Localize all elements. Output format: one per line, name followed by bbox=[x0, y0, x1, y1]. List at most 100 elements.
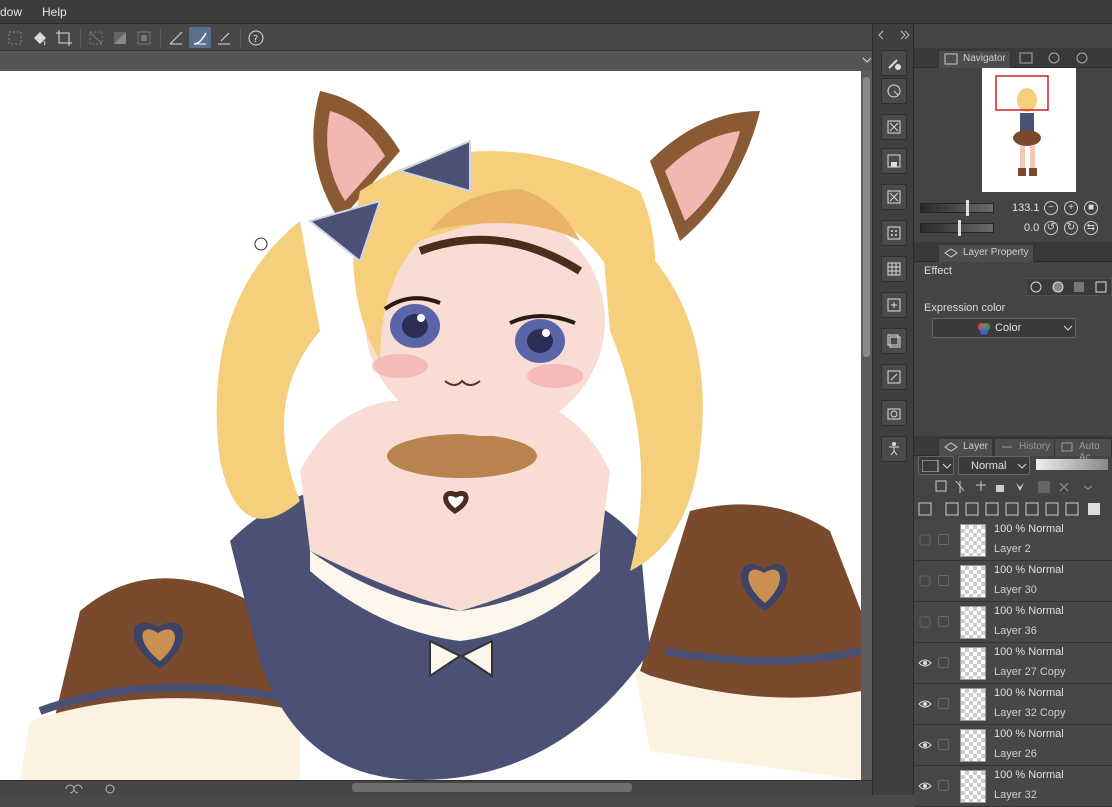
menu-help[interactable]: Help bbox=[42, 5, 67, 19]
zoom-slider[interactable]: 133.1 − + ■ bbox=[918, 200, 1108, 216]
layer-thumbnail bbox=[960, 688, 986, 721]
visibility-eye-icon[interactable] bbox=[918, 533, 932, 547]
zoom-out-icon[interactable]: − bbox=[1044, 201, 1058, 215]
layer-name: Layer 27 Copy bbox=[994, 666, 1066, 678]
close-canvas-icon[interactable] bbox=[881, 114, 907, 140]
pen-pressure-icon[interactable] bbox=[189, 27, 211, 48]
layer-row[interactable]: 100 % Normal Layer 36 bbox=[914, 602, 1112, 643]
layer-thumbnail bbox=[960, 647, 986, 680]
transform-icon[interactable] bbox=[53, 27, 75, 48]
tab-navigator[interactable]: Navigator bbox=[938, 50, 1011, 68]
rotate-controls-icon[interactable] bbox=[64, 783, 124, 794]
accessibility-icon[interactable] bbox=[881, 436, 907, 462]
command-bar: ? bbox=[0, 24, 872, 51]
history-icon bbox=[1002, 446, 1012, 448]
rotate-right-icon[interactable]: ↻ bbox=[1064, 221, 1078, 235]
rotate-value: 0.0 bbox=[1024, 222, 1040, 234]
stabilizer-icon[interactable] bbox=[213, 27, 235, 48]
layer-row[interactable]: 100 % Normal Layer 30 bbox=[914, 561, 1112, 602]
visibility-eye-icon[interactable] bbox=[918, 738, 932, 752]
side-command-strip bbox=[872, 24, 914, 795]
canvas-horizontal-scrollbar[interactable] bbox=[352, 783, 632, 792]
layer-name: Layer 32 Copy bbox=[994, 707, 1066, 719]
tab-layer-property[interactable]: Layer Property bbox=[938, 244, 1034, 262]
rotate-left-icon[interactable]: ↺ bbox=[1044, 221, 1058, 235]
rotate-view-icon[interactable] bbox=[881, 78, 907, 104]
layer-lock-toggle[interactable] bbox=[938, 575, 949, 586]
layer-blend-info: 100 % Normal bbox=[994, 769, 1064, 781]
layer-color-dropdown[interactable] bbox=[918, 456, 954, 475]
clear-selection-icon[interactable] bbox=[85, 27, 107, 48]
layer-thumbnail bbox=[960, 729, 986, 762]
layer-lock-toggle[interactable] bbox=[938, 739, 949, 750]
zoom-in-icon[interactable]: + bbox=[1064, 201, 1078, 215]
expression-color-value: Color bbox=[995, 322, 1022, 334]
rotate-slider[interactable]: 0.0 ↺ ↻ ⇆ bbox=[918, 220, 1108, 236]
collapse-arrows-icon[interactable] bbox=[877, 30, 911, 40]
chevron-down-icon[interactable] bbox=[862, 55, 872, 65]
panel-tab-icons[interactable] bbox=[1018, 52, 1098, 64]
layer-lock-toggle[interactable] bbox=[938, 780, 949, 791]
layer-blend-info: 100 % Normal bbox=[994, 687, 1064, 699]
flip-icon[interactable]: ⇆ bbox=[1084, 221, 1098, 235]
layer-row[interactable]: 100 % Normal Layer 32 Copy bbox=[914, 684, 1112, 725]
layer-lock-toggle[interactable] bbox=[938, 657, 949, 668]
tab-history[interactable]: History bbox=[994, 438, 1056, 456]
help-icon[interactable]: ? bbox=[245, 27, 267, 48]
layer-thumbnail bbox=[960, 565, 986, 598]
layer-toolbar-icons[interactable] bbox=[934, 479, 1112, 495]
snapshot-icon[interactable] bbox=[881, 400, 907, 426]
navigator-icon bbox=[944, 53, 958, 65]
chevron-down-icon bbox=[1063, 325, 1073, 331]
layer-tab-bar: Layer History Auto Ac bbox=[914, 436, 1112, 463]
blend-mode-dropdown[interactable]: Normal bbox=[958, 456, 1030, 475]
blend-mode-value: Normal bbox=[971, 460, 1007, 472]
brush-settings-icon[interactable] bbox=[881, 50, 907, 76]
layer-row[interactable]: 100 % Normal Layer 27 Copy bbox=[914, 643, 1112, 684]
invert-selection-icon[interactable] bbox=[109, 27, 131, 48]
layer-row[interactable]: 100 % Normal Layer 26 bbox=[914, 725, 1112, 766]
fill-bucket-icon[interactable] bbox=[29, 27, 51, 48]
layer-icon bbox=[944, 442, 958, 452]
clear-layer-icon[interactable] bbox=[881, 184, 907, 210]
zoom-value: 133.1 bbox=[1012, 202, 1040, 214]
tab-layer[interactable]: Layer bbox=[938, 438, 994, 456]
tab-auto-action[interactable]: Auto Ac bbox=[1054, 438, 1112, 463]
ruler-icon[interactable] bbox=[165, 27, 187, 48]
expression-color-dropdown[interactable]: Color bbox=[932, 318, 1076, 338]
svg-text:?: ? bbox=[253, 34, 258, 45]
navigator-tab-bar: Navigator bbox=[914, 48, 1112, 68]
visibility-eye-icon[interactable] bbox=[918, 779, 932, 793]
layer-name: Layer 26 bbox=[994, 748, 1037, 760]
layer-row[interactable]: 100 % Normal Layer 2 bbox=[914, 520, 1112, 561]
layer-name: Layer 30 bbox=[994, 584, 1037, 596]
tone-icon[interactable] bbox=[881, 220, 907, 246]
edit-layer-icon[interactable] bbox=[881, 364, 907, 390]
layer-lock-toggle[interactable] bbox=[938, 698, 949, 709]
select-dashed-icon[interactable] bbox=[4, 27, 26, 48]
visibility-eye-icon[interactable] bbox=[918, 615, 932, 629]
drawing-canvas[interactable] bbox=[0, 71, 861, 780]
canvas-vertical-scrollbar[interactable] bbox=[861, 71, 872, 780]
layer-lock-toggle[interactable] bbox=[938, 534, 949, 545]
visibility-eye-icon[interactable] bbox=[918, 656, 932, 670]
layer-actions-icons[interactable] bbox=[918, 501, 1112, 517]
visibility-eye-icon[interactable] bbox=[918, 697, 932, 711]
layer-row[interactable]: 100 % Normal Layer 32 bbox=[914, 766, 1112, 807]
opacity-slider[interactable] bbox=[1036, 459, 1108, 470]
layer-lock-toggle[interactable] bbox=[938, 616, 949, 627]
effect-label: Effect bbox=[924, 265, 952, 277]
auto-action-icon bbox=[1061, 442, 1073, 452]
expand-selection-icon[interactable] bbox=[133, 27, 155, 48]
fit-view-icon[interactable]: ■ bbox=[1084, 201, 1098, 215]
effect-buttons[interactable] bbox=[1026, 278, 1112, 296]
menu-window[interactable]: dow bbox=[0, 5, 22, 19]
layer-combine-icon[interactable] bbox=[881, 292, 907, 318]
canvas-tab-bar bbox=[0, 51, 872, 71]
grid-icon[interactable] bbox=[881, 256, 907, 282]
duplicate-layer-icon[interactable] bbox=[881, 328, 907, 354]
navigator-preview[interactable] bbox=[982, 68, 1076, 192]
layer-blend-info: 100 % Normal bbox=[994, 564, 1064, 576]
save-icon[interactable] bbox=[881, 148, 907, 174]
visibility-eye-icon[interactable] bbox=[918, 574, 932, 588]
